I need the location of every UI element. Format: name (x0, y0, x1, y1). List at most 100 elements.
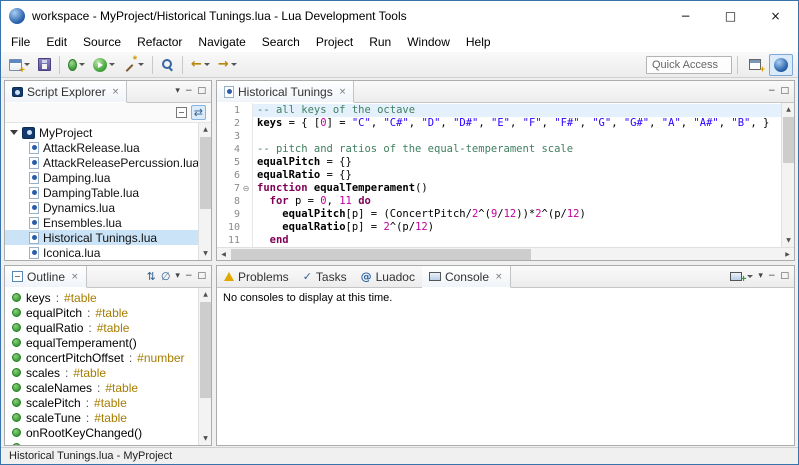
code-line[interactable]: equalPitch[p] = (ConcertPitch/2^(9/12))*… (257, 208, 781, 221)
tree-item-project[interactable]: MyProject (5, 125, 211, 140)
save-button[interactable] (35, 54, 54, 76)
close-icon[interactable]: × (495, 272, 503, 282)
menu-run[interactable]: Run (361, 33, 399, 51)
new-wizard-button[interactable] (6, 54, 33, 76)
fold-marker-icon[interactable]: ⊖ (240, 184, 252, 193)
close-icon[interactable]: × (71, 272, 79, 282)
tab-script-explorer[interactable]: Script Explorer × (5, 81, 128, 103)
title-bar[interactable]: workspace - MyProject/Historical Tunings… (1, 1, 798, 31)
code-line[interactable]: end (257, 234, 781, 247)
scroll-down-icon[interactable]: ▼ (199, 432, 211, 445)
minimize-window-button[interactable]: − (663, 1, 708, 31)
menu-window[interactable]: Window (399, 33, 458, 51)
link-with-editor-icon[interactable]: ⇄ (190, 105, 206, 120)
tree-item-file[interactable]: AttackRelease.lua (5, 140, 211, 155)
outline-item[interactable]: scaleNames : #table (5, 380, 211, 395)
view-menu-icon[interactable]: ▾ (175, 87, 180, 96)
scroll-down-icon[interactable]: ▼ (199, 247, 211, 260)
close-window-button[interactable]: × (753, 1, 798, 31)
chevron-down-icon[interactable] (138, 63, 144, 66)
maximize-icon[interactable]: □ (197, 272, 206, 281)
menu-project[interactable]: Project (308, 33, 361, 51)
view-menu-icon[interactable]: ▾ (758, 272, 763, 281)
tree-item-file[interactable]: Damping.lua (5, 170, 211, 185)
scroll-right-icon[interactable]: ▶ (781, 248, 794, 260)
code-line[interactable]: for p = 0, 11 do (257, 195, 781, 208)
chevron-down-icon[interactable] (79, 63, 85, 66)
code-line[interactable]: equalRatio[p] = 2^(p/12) (257, 221, 781, 234)
menu-source[interactable]: Source (75, 33, 129, 51)
menu-navigate[interactable]: Navigate (190, 33, 253, 51)
outline-item[interactable]: scalePitch : #table (5, 395, 211, 410)
tab-problems[interactable]: Problems (217, 266, 296, 287)
expand-arrow-icon[interactable] (10, 130, 18, 135)
tab-editor-historical-tunings[interactable]: Historical Tunings × (217, 81, 355, 103)
menu-file[interactable]: File (3, 33, 38, 51)
tree-item-file[interactable]: Iconica.lua (5, 245, 211, 260)
outline-item[interactable]: concertPitchOffset : #number (5, 350, 211, 365)
tree-item-file[interactable]: AttackReleasePercussion.lua (5, 155, 211, 170)
maximize-icon[interactable]: □ (197, 87, 206, 96)
view-menu-icon[interactable]: ▾ (175, 272, 180, 281)
editor-hscrollbar[interactable]: ◀ ▶ (217, 247, 794, 260)
code-line[interactable]: equalPitch = {} (257, 156, 781, 169)
scrollbar-thumb[interactable] (783, 117, 794, 163)
search-button[interactable] (158, 54, 177, 76)
maximize-window-button[interactable]: □ (708, 1, 753, 31)
scrollbar-thumb[interactable] (200, 137, 211, 209)
minimize-icon[interactable]: − (768, 87, 776, 96)
open-console-icon[interactable] (730, 272, 746, 285)
tree-scrollbar[interactable]: ▲ ▼ (198, 123, 211, 260)
outline-scrollbar[interactable]: ▲ ▼ (198, 288, 211, 445)
collapse-all-icon[interactable] (175, 107, 187, 118)
menu-refactor[interactable]: Refactor (129, 33, 190, 51)
maximize-icon[interactable]: □ (780, 87, 789, 96)
minimize-icon[interactable]: − (768, 272, 776, 281)
menu-search[interactable]: Search (254, 33, 308, 51)
code-line[interactable]: -- pitch and ratios of the equal-tempera… (257, 143, 781, 156)
chevron-down-icon[interactable] (230, 63, 237, 66)
code-line[interactable] (257, 130, 781, 143)
external-tools-button[interactable] (120, 54, 147, 76)
close-icon[interactable]: × (339, 87, 347, 97)
scroll-left-icon[interactable]: ◀ (217, 248, 230, 260)
code-line[interactable]: function equalTemperament() (257, 182, 781, 195)
outline-item[interactable]: scales : #table (5, 365, 211, 380)
minimize-icon[interactable]: − (185, 87, 193, 96)
editor-code[interactable]: -- all keys of the octave keys = { [0] = … (253, 103, 781, 247)
debug-button[interactable] (65, 54, 88, 76)
chevron-down-icon[interactable] (203, 63, 210, 66)
scroll-up-icon[interactable]: ▲ (199, 288, 211, 301)
scroll-down-icon[interactable]: ▼ (782, 234, 794, 247)
scrollbar-thumb[interactable] (231, 249, 532, 260)
scroll-up-icon[interactable]: ▲ (782, 103, 794, 116)
tree-item-file[interactable]: Dynamics.lua (5, 200, 211, 215)
code-line[interactable]: equalRatio = {} (257, 169, 781, 182)
tab-console[interactable]: Console × (421, 266, 511, 288)
close-icon[interactable]: × (112, 87, 120, 97)
outline-item[interactable] (5, 440, 211, 445)
outline-item[interactable]: equalPitch : #table (5, 305, 211, 320)
tree-item-file[interactable]: Ensembles.lua (5, 215, 211, 230)
open-perspective-button[interactable] (743, 54, 767, 76)
quick-access-input[interactable]: Quick Access (646, 55, 732, 74)
outline-item[interactable]: keys : #table (5, 290, 211, 305)
code-line[interactable]: keys = { [0] = "C", "C#", "D", "D#", "E"… (257, 117, 781, 130)
forward-button[interactable]: → (215, 54, 240, 76)
sort-icon[interactable]: ⇅ (147, 271, 156, 282)
tab-luadoc[interactable]: @ Luadoc (354, 266, 422, 287)
minimize-icon[interactable]: − (185, 272, 193, 281)
editor-vscrollbar[interactable]: ▲ ▼ (781, 103, 794, 247)
outline-item[interactable]: equalTemperament() (5, 335, 211, 350)
back-button[interactable]: ← (188, 54, 213, 76)
run-button[interactable] (90, 54, 118, 76)
code-line[interactable]: -- all keys of the octave (253, 104, 781, 117)
outline-item[interactable]: onRootKeyChanged() (5, 425, 211, 440)
scrollbar-thumb[interactable] (200, 302, 211, 398)
menu-help[interactable]: Help (458, 33, 499, 51)
tree-item-file[interactable]: Historical Tunings.lua (5, 230, 211, 245)
tree-item-file[interactable]: DampingTable.lua (5, 185, 211, 200)
ldt-perspective-button[interactable] (769, 53, 793, 76)
menu-edit[interactable]: Edit (38, 33, 75, 51)
maximize-icon[interactable]: □ (780, 272, 789, 281)
